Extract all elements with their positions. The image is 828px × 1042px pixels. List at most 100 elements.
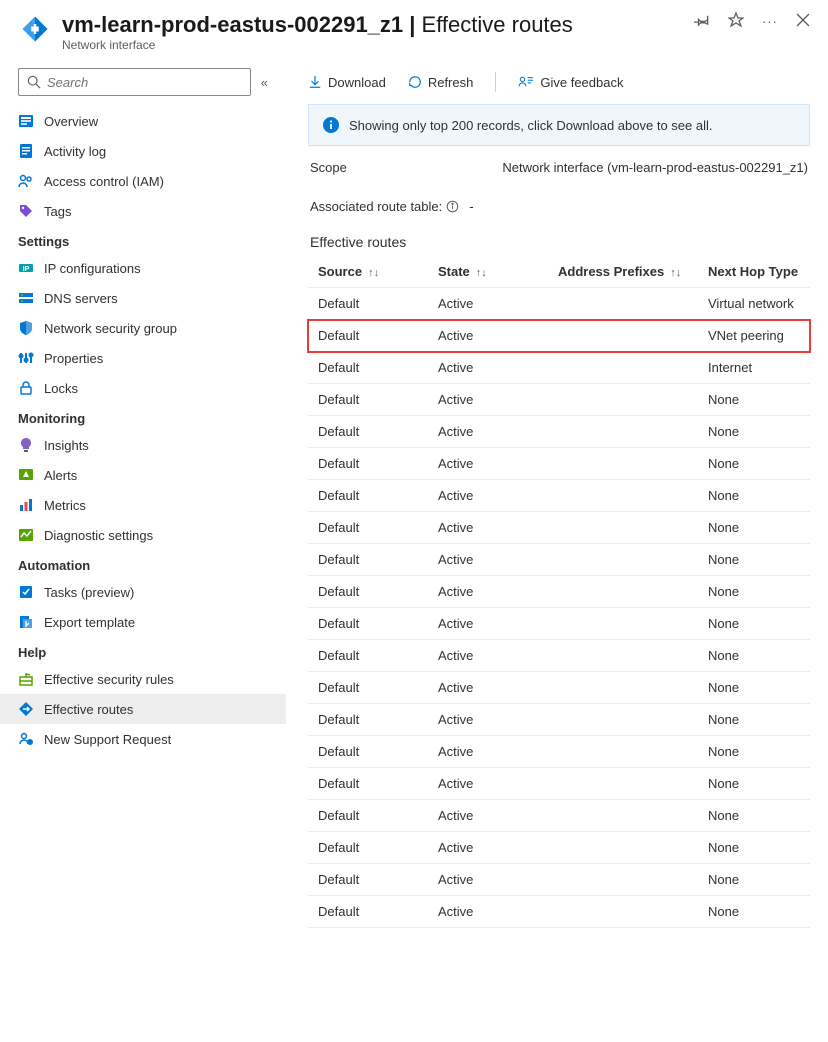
command-bar: Download Refresh Give feedback (308, 66, 810, 104)
table-row[interactable]: DefaultActiveNone (308, 480, 810, 512)
collapse-sidebar-icon[interactable]: « (261, 75, 268, 90)
sidebar-item-label: Properties (44, 351, 103, 366)
table-row[interactable]: DefaultActiveNone (308, 864, 810, 896)
th-hop[interactable]: Next Hop Type (698, 256, 810, 288)
sidebar-item-tags[interactable]: Tags (0, 196, 286, 226)
sidebar-item-dns-servers[interactable]: DNS servers (0, 283, 286, 313)
table-row[interactable]: DefaultActiveVirtual network (308, 288, 810, 320)
table-row[interactable]: DefaultActiveNone (308, 736, 810, 768)
metrics-icon (18, 497, 34, 513)
table-row[interactable]: DefaultActiveNone (308, 832, 810, 864)
cell-state: Active (428, 736, 548, 768)
info-outline-icon[interactable] (446, 200, 459, 213)
table-row[interactable]: DefaultActive None (308, 448, 810, 480)
sidebar-item-export-template[interactable]: Export template (0, 607, 286, 637)
download-icon (308, 75, 322, 89)
sidebar-search[interactable] (18, 68, 251, 96)
sidebar-item-new-support-request[interactable]: +New Support Request (0, 724, 286, 754)
th-prefixes[interactable]: Address Prefixes↑↓ (548, 256, 698, 288)
close-icon[interactable] (796, 13, 810, 30)
sidebar-item-effective-routes[interactable]: Effective routes (0, 694, 286, 724)
th-state[interactable]: State↑↓ (428, 256, 548, 288)
properties-icon (18, 350, 34, 366)
cell-state: Active (428, 608, 548, 640)
table-row[interactable]: DefaultActiveNone (308, 384, 810, 416)
search-icon (27, 75, 41, 89)
sidebar-item-access-control-iam-[interactable]: Access control (IAM) (0, 166, 286, 196)
cell-state: Active (428, 448, 548, 480)
pin-icon[interactable] (694, 12, 710, 31)
th-source[interactable]: Source↑↓ (308, 256, 428, 288)
sidebar-item-overview[interactable]: Overview (0, 106, 286, 136)
sidebar-group-automation: Automation (0, 550, 286, 577)
sidebar-item-ip-configurations[interactable]: IPIP configurations (0, 253, 286, 283)
sidebar-group-monitoring: Monitoring (0, 403, 286, 430)
sidebar-item-label: Alerts (44, 468, 77, 483)
table-row[interactable]: DefaultActiveNone (308, 768, 810, 800)
sidebar-item-diagnostic-settings[interactable]: Diagnostic settings (0, 520, 286, 550)
sidebar-item-activity-log[interactable]: Activity log (0, 136, 286, 166)
table-row[interactable]: DefaultActiveNone (308, 896, 810, 928)
cell-hop: None (698, 832, 810, 864)
cell-source: Default (308, 512, 428, 544)
table-row[interactable]: DefaultActiveVNet peering (308, 320, 810, 352)
sidebar-item-insights[interactable]: Insights (0, 430, 286, 460)
cell-prefixes (548, 768, 698, 800)
cell-source: Default (308, 448, 428, 480)
cell-prefixes (548, 384, 698, 416)
refresh-button[interactable]: Refresh (408, 75, 474, 90)
table-row[interactable]: DefaultActiveNone (308, 416, 810, 448)
cell-hop: None (698, 448, 810, 480)
shield-icon (18, 320, 34, 336)
cell-state: Active (428, 512, 548, 544)
sidebar-item-effective-security-rules[interactable]: Effective security rules (0, 664, 286, 694)
sidebar-item-alerts[interactable]: Alerts (0, 460, 286, 490)
sidebar-item-properties[interactable]: Properties (0, 343, 286, 373)
feedback-button[interactable]: Give feedback (518, 75, 623, 90)
table-row[interactable]: DefaultActiveNone (308, 576, 810, 608)
table-row[interactable]: DefaultActiveNone (308, 544, 810, 576)
cell-prefixes (548, 640, 698, 672)
associated-route-table-row: Associated route table: - (308, 181, 810, 220)
cell-hop: None (698, 864, 810, 896)
table-row[interactable]: DefaultActiveNone (308, 640, 810, 672)
blade-header: vm-learn-prod-eastus-002291_z1 | Effecti… (0, 0, 828, 58)
cell-state: Active (428, 320, 548, 352)
cell-state: Active (428, 704, 548, 736)
cell-source: Default (308, 544, 428, 576)
sidebar-item-locks[interactable]: Locks (0, 373, 286, 403)
cell-state: Active (428, 768, 548, 800)
cell-source: Default (308, 672, 428, 704)
more-icon[interactable]: ··· (762, 14, 778, 29)
cell-prefixes (548, 608, 698, 640)
sidebar-item-network-security-group[interactable]: Network security group (0, 313, 286, 343)
assoc-value: - (469, 199, 473, 214)
routes-icon (18, 701, 34, 717)
cell-state: Active (428, 480, 548, 512)
table-row[interactable]: DefaultActiveNone (308, 704, 810, 736)
main-content: Download Refresh Give feedback Showing o… (286, 58, 828, 1042)
cell-hop: None (698, 416, 810, 448)
cell-source: Default (308, 704, 428, 736)
table-row[interactable]: DefaultActiveNone (308, 800, 810, 832)
table-row[interactable]: DefaultActiveNone (308, 608, 810, 640)
activitylog-icon (18, 143, 34, 159)
cell-hop: None (698, 480, 810, 512)
sidebar-item-tasks-preview-[interactable]: Tasks (preview) (0, 577, 286, 607)
cell-source: Default (308, 736, 428, 768)
cell-state: Active (428, 384, 548, 416)
table-row[interactable]: DefaultActiveNone (308, 512, 810, 544)
cell-source: Default (308, 352, 428, 384)
sidebar-item-metrics[interactable]: Metrics (0, 490, 286, 520)
table-row[interactable]: DefaultActiveInternet (308, 352, 810, 384)
sidebar-item-label: Activity log (44, 144, 106, 159)
feedback-icon (518, 75, 534, 89)
refresh-icon (408, 75, 422, 89)
favorite-icon[interactable] (728, 12, 744, 31)
sidebar: « Overview Activity log Access control (IA… (0, 58, 286, 1042)
search-input[interactable] (47, 75, 242, 90)
table-row[interactable]: DefaultActiveNone (308, 672, 810, 704)
sidebar-group-settings: Settings (0, 226, 286, 253)
cell-prefixes (548, 512, 698, 544)
download-button[interactable]: Download (308, 75, 386, 90)
